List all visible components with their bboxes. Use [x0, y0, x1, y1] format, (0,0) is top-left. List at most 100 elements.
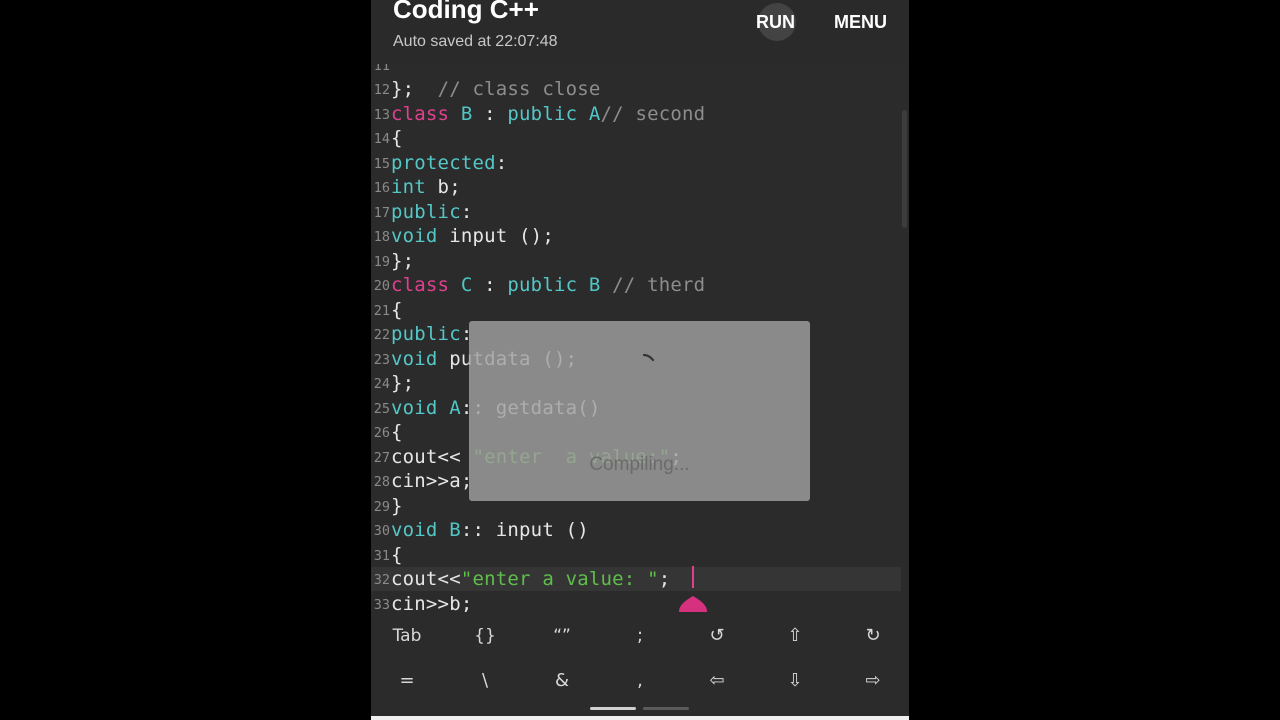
line-number: 16 — [373, 180, 390, 196]
code-line[interactable]: 11 — [371, 64, 901, 77]
code-line[interactable]: 21{ — [371, 297, 901, 322]
key-equals[interactable]: = — [379, 663, 435, 699]
spinner-icon — [643, 354, 655, 362]
line-number: 15 — [373, 155, 390, 172]
code-text: cin>>a; — [391, 470, 472, 492]
line-number: 11 — [373, 64, 390, 74]
phone-screen: Coding C++ Auto saved at 22:07:48 RUN ME… — [371, 0, 909, 720]
code-token: A — [449, 396, 461, 419]
code-text: public: — [391, 201, 472, 223]
key-quotes[interactable]: “” — [534, 618, 590, 654]
text-cursor — [692, 566, 694, 588]
page-indicator — [643, 707, 689, 710]
line-number: 18 — [373, 229, 390, 245]
code-text: { — [391, 421, 403, 443]
code-token: void — [391, 519, 438, 541]
code-token: cin>>a; — [391, 470, 473, 492]
line-number: 29 — [373, 498, 390, 515]
code-text: protected: — [391, 152, 507, 174]
line-number: 27 — [373, 449, 390, 466]
code-token: protected — [391, 151, 496, 174]
code-line[interactable]: 12}; // class close — [371, 77, 901, 102]
code-token: } — [391, 494, 403, 517]
code-line[interactable]: 30 void B:: input () — [371, 518, 901, 543]
code-text: { — [391, 544, 403, 566]
code-token: cout<< — [391, 445, 473, 468]
code-line[interactable]: 17 public: — [371, 199, 901, 224]
key-ampersand[interactable]: & — [534, 663, 590, 699]
code-line[interactable]: 31{ — [371, 542, 901, 567]
code-token: C — [460, 274, 473, 296]
editor-scrollbar[interactable] — [902, 110, 907, 228]
code-token: cin>>b; — [391, 592, 473, 613]
line-number: 24 — [373, 376, 390, 392]
undo-key[interactable]: ↺ — [689, 618, 745, 654]
code-line[interactable]: 19}; — [371, 248, 901, 273]
key-braces[interactable]: {} — [457, 618, 513, 654]
code-token: }; — [391, 372, 415, 394]
code-token: class — [391, 274, 450, 296]
line-number: 19 — [373, 253, 390, 270]
line-number: 25 — [373, 400, 390, 417]
redo-key[interactable]: ↻ — [845, 618, 901, 654]
code-token: { — [391, 298, 403, 321]
arrow-left-key[interactable]: ⇦ — [689, 663, 745, 699]
code-token: cout<< — [391, 568, 461, 590]
code-text: cin>>b; — [391, 593, 472, 613]
code-line[interactable]: 32 cout<<"enter a value: "; — [371, 566, 901, 591]
code-line[interactable]: 18 void input (); — [371, 224, 901, 249]
code-token: public — [391, 200, 461, 223]
menu-button[interactable]: MENU — [834, 8, 887, 36]
code-text: class B : public A// second — [391, 103, 705, 125]
code-text: }; — [391, 250, 414, 272]
code-line[interactable]: 33 cin>>b; — [371, 591, 901, 613]
key-comma[interactable]: , — [612, 663, 668, 699]
code-token: // second — [600, 102, 706, 125]
line-number: 22 — [373, 327, 390, 343]
code-token: int — [391, 176, 426, 198]
code-token: public — [507, 102, 578, 125]
code-line[interactable]: 14{ — [371, 126, 901, 151]
arrow-up-key[interactable]: ⇧ — [767, 618, 823, 654]
key-tab[interactable]: Tab — [379, 618, 435, 654]
code-text: class C : public B // therd — [391, 274, 705, 296]
code-token: // therd — [600, 274, 706, 296]
code-token: B — [460, 102, 473, 125]
code-token: "enter a value: " — [460, 568, 659, 590]
code-token: ; — [658, 568, 671, 590]
code-text: cout<<"enter a value: "; — [391, 568, 670, 590]
line-number: 32 — [373, 572, 390, 588]
arrow-down-key[interactable]: ⇩ — [767, 663, 823, 699]
line-number: 23 — [373, 351, 390, 368]
code-token: : — [460, 200, 473, 223]
key-semicolon[interactable]: ; — [612, 618, 668, 654]
code-token: : — [495, 151, 508, 174]
code-token: void — [391, 396, 438, 419]
code-line[interactable]: 20 class C : public B // therd — [371, 273, 901, 298]
code-text: { — [391, 127, 403, 149]
code-line[interactable]: 16 int b; — [371, 175, 901, 200]
key-backslash[interactable]: \ — [457, 663, 513, 699]
code-token: { — [391, 127, 403, 149]
line-number: 21 — [373, 302, 390, 319]
code-token: }; — [391, 249, 415, 272]
line-number: 20 — [373, 278, 390, 294]
code-text: { — [391, 299, 403, 321]
line-number: 14 — [373, 131, 390, 147]
arrow-right-key[interactable]: ⇨ — [845, 663, 901, 699]
autosave-status: Auto saved at 22:07:48 — [393, 33, 558, 50]
code-token: B — [588, 274, 601, 296]
code-text: public: — [391, 323, 472, 345]
code-editor[interactable]: 11 12}; // class close 13 class B : public … — [371, 64, 909, 612]
code-text: } — [391, 495, 403, 517]
code-line[interactable]: 15 protected: — [371, 150, 901, 175]
line-number: 33 — [373, 596, 390, 613]
code-text: }; // class close — [391, 78, 601, 100]
code-line[interactable]: 13 class B : public A// second — [371, 101, 901, 126]
run-button[interactable]: RUN — [756, 3, 796, 41]
